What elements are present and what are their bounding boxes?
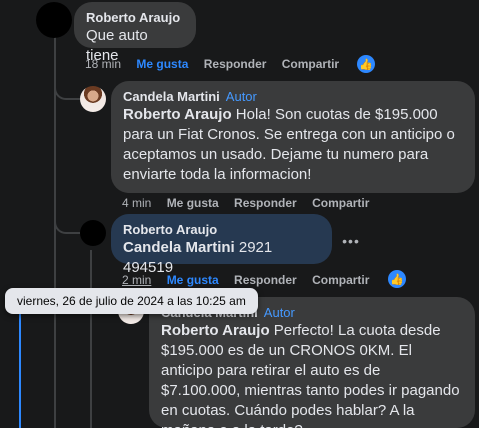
reply-button[interactable]: Responder — [234, 273, 297, 287]
comment-author[interactable]: Roberto Araujo — [123, 222, 320, 238]
comment-text: Candela Martini 2921 494519 — [123, 239, 273, 276]
author-badge: Autor — [263, 305, 295, 320]
comment-author[interactable]: Roberto Araujo — [86, 10, 184, 26]
mention-link[interactable]: Roberto Araujo — [161, 322, 270, 339]
like-reaction-icon[interactable]: 👍 — [357, 55, 375, 73]
avatar[interactable] — [80, 86, 106, 112]
share-button[interactable]: Compartir — [312, 273, 369, 287]
reply-button[interactable]: Responder — [234, 196, 297, 210]
comment-actions: 18 min Me gusta Responder Compartir — [85, 57, 351, 71]
mention-link[interactable]: Candela Martini — [123, 239, 235, 256]
like-button[interactable]: Me gusta — [136, 57, 188, 71]
like-button[interactable]: Me gusta — [167, 273, 219, 287]
timestamp-tooltip: viernes, 26 de julio de 2024 a las 10:25… — [5, 288, 258, 314]
like-reaction-icon[interactable]: 👍 — [388, 270, 406, 288]
comment-bubble: Roberto Araujo Candela Martini 2921 4945… — [111, 214, 332, 276]
comment-bubble: Candela Martini Autor Roberto Araujo Hola… — [111, 81, 475, 193]
share-button[interactable]: Compartir — [312, 196, 369, 210]
reply-button[interactable]: Responder — [204, 57, 267, 71]
comment-time[interactable]: 18 min — [85, 57, 121, 71]
comment-author[interactable]: Candela Martini — [123, 89, 220, 104]
author-badge: Autor — [225, 89, 257, 104]
thread-curve-1 — [54, 70, 80, 100]
comment-time[interactable]: 4 min — [122, 196, 151, 210]
share-button[interactable]: Compartir — [282, 57, 339, 71]
mention-link[interactable]: Roberto Araujo — [123, 106, 232, 123]
thread-curve-2 — [54, 200, 80, 234]
comment-bubble: Roberto Araujo Que auto tiene — [74, 2, 196, 64]
hover-indicator — [19, 300, 21, 428]
comment-bubble: Candela MartiniAutor Roberto Araujo Perf… — [149, 297, 475, 428]
like-button[interactable]: Me gusta — [167, 196, 219, 210]
comment-time[interactable]: 2 min — [122, 273, 151, 287]
comment-text: Roberto Araujo Hola! Son cuotas de $195.… — [123, 106, 455, 183]
comment-actions: 2 min Me gusta Responder Compartir — [122, 273, 381, 287]
avatar[interactable] — [80, 220, 106, 246]
more-options-icon[interactable]: ••• — [336, 233, 366, 255]
avatar[interactable] — [36, 2, 72, 38]
comment-actions: 4 min Me gusta Responder Compartir — [122, 196, 381, 210]
thread-line-sub — [90, 250, 92, 428]
comment-text: Roberto Araujo Perfecto! La cuota desde … — [161, 322, 460, 428]
